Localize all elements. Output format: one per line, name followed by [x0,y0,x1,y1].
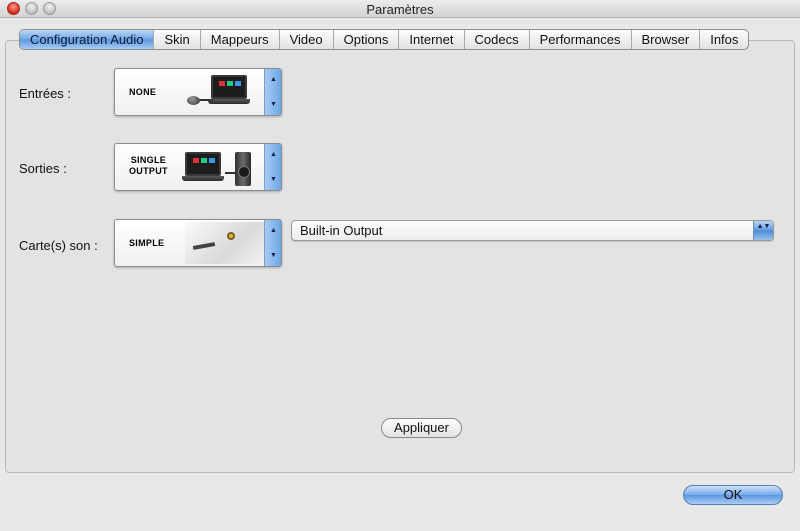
soundcard-stepper[interactable]: ▲ ▼ [264,220,281,266]
tab-internet[interactable]: Internet [399,30,465,49]
soundcard-device-value: Built-in Output [300,223,383,238]
tab-mappeurs[interactable]: Mappeurs [201,30,280,49]
outputs-selector-value: SINGLE OUTPUT [129,155,168,177]
stepper-up-icon[interactable]: ▲ [265,76,282,83]
tab-performances[interactable]: Performances [530,30,632,49]
tab-bar: Configuration Audio Skin Mappeurs Video … [19,29,750,50]
soundcard-selector-value: SIMPLE [129,238,165,248]
inputs-stepper[interactable]: ▲ ▼ [264,69,281,115]
outputs-selector[interactable]: SINGLE OUTPUT ▲ ▼ [114,143,282,191]
inputs-selector-value: NONE [129,87,157,97]
stepper-down-icon[interactable]: ▼ [265,176,282,183]
stepper-down-icon[interactable]: ▼ [265,252,282,259]
tab-codecs[interactable]: Codecs [465,30,530,49]
apply-button[interactable]: Appliquer [381,418,462,438]
cable-icon [225,172,235,174]
outputs-stepper[interactable]: ▲ ▼ [264,144,281,190]
tab-skin[interactable]: Skin [154,30,201,49]
outputs-selector-line2: OUTPUT [129,166,168,176]
tab-browser[interactable]: Browser [632,30,701,49]
outputs-selector-line1: SINGLE [130,155,167,165]
soundcard-selector[interactable]: SIMPLE ▲ ▼ [114,219,282,267]
inputs-selector[interactable]: NONE ▲ ▼ [114,68,282,116]
soundcard-label: Carte(s) son : [19,238,98,253]
tab-configuration-audio[interactable]: Configuration Audio [20,30,155,49]
title-bar: Paramètres [0,0,800,18]
tab-infos[interactable]: Infos [700,30,748,49]
outputs-label: Sorties : [19,161,67,176]
mouse-icon [187,96,200,105]
window-title: Paramètres [366,2,434,17]
inputs-label: Entrées : [19,86,72,101]
tab-video[interactable]: Video [280,30,334,49]
soundcard-device-popup[interactable]: Built-in Output ▲▼ [291,220,774,241]
ok-button[interactable]: OK [683,485,783,505]
popup-arrows-icon[interactable]: ▲▼ [753,221,773,240]
stepper-up-icon[interactable]: ▲ [265,227,282,234]
sound-card-icon [185,222,265,264]
stepper-up-icon[interactable]: ▲ [265,151,282,158]
cable-icon [199,99,213,101]
speaker-icon [235,152,251,186]
stepper-down-icon[interactable]: ▼ [265,101,282,108]
tab-options[interactable]: Options [334,30,400,49]
